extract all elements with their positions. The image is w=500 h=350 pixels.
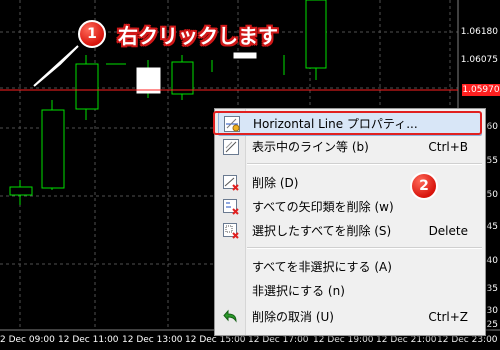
menu-separator <box>247 247 482 249</box>
delete-arrows-icon <box>223 199 239 215</box>
time-label: 12 Dec 19:00 <box>313 335 374 345</box>
time-label: 12 Dec 13:00 <box>122 335 183 345</box>
annotation-arrow-1 <box>33 45 79 87</box>
time-label: 12 Dec 23:00 <box>437 335 498 345</box>
menu-item-label: 非選択にする (n) <box>252 284 345 298</box>
menu-item-objects-list[interactable]: 表示中のライン等 (b) Ctrl+B <box>218 136 482 158</box>
menu-item-unselect-all[interactable]: すべてを非選択にする (A) <box>218 256 482 278</box>
undo-icon <box>223 309 239 325</box>
menu-item-label: 表示中のライン等 (b) <box>252 140 369 154</box>
annotation-badge-2: 2 <box>410 172 438 200</box>
annotation-title: 右クリックします <box>118 24 278 48</box>
menu-item-shortcut: Delete <box>428 224 468 238</box>
time-label: 12 Dec 21:00 <box>376 335 437 345</box>
objects-list-icon <box>223 139 239 155</box>
menu-item-shortcut: Ctrl+B <box>428 140 468 154</box>
context-menu: Horizontal Line プロパティ... 表示中のライン等 (b) Ct… <box>214 108 486 336</box>
current-price-label: 1.05970 <box>462 84 500 96</box>
time-label: 12 Dec 17:00 <box>248 335 309 345</box>
menu-item-label: すべてを非選択にする (A) <box>252 260 392 274</box>
time-label: 12 Dec 11:00 <box>58 335 119 345</box>
time-label: 12 Dec 15:00 <box>185 335 246 345</box>
price-label: 1.06180 <box>460 27 498 37</box>
menu-item-shortcut: Ctrl+Z <box>428 310 468 324</box>
delete-icon <box>223 175 239 191</box>
menu-item-delete-all-arrows[interactable]: すべての矢印類を削除 (w) <box>218 196 482 218</box>
price-label: 1.06075 <box>460 55 498 65</box>
menu-item-label: 選択したすべてを削除 (S) <box>252 224 392 238</box>
annotation-highlight-box <box>213 111 482 135</box>
menu-item-label: 削除 (D) <box>252 176 299 190</box>
menu-item-label: すべての矢印類を削除 (w) <box>252 200 394 214</box>
delete-selected-icon <box>223 223 239 239</box>
menu-item-unselect[interactable]: 非選択にする (n) <box>218 280 482 302</box>
menu-item-undo-delete[interactable]: 削除の取消 (U) Ctrl+Z <box>218 306 482 328</box>
time-label: 2 Dec 09:00 <box>0 335 55 345</box>
menu-item-delete-all-selected[interactable]: 選択したすべてを削除 (S) Delete <box>218 220 482 242</box>
menu-separator <box>247 163 482 165</box>
menu-item-label: 削除の取消 (U) <box>252 310 334 324</box>
annotation-badge-1: 1 <box>78 20 106 48</box>
menu-item-delete[interactable]: 削除 (D) <box>218 172 482 194</box>
